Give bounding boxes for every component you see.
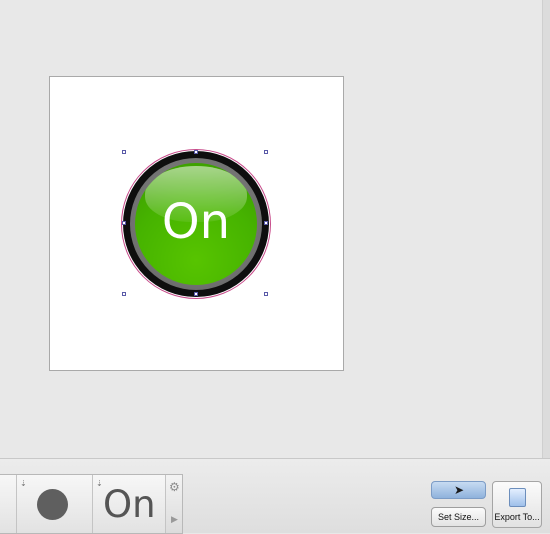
pin-icon: ⇣ <box>20 479 27 488</box>
circle-shape-icon <box>37 489 68 520</box>
handle-top-right[interactable] <box>264 150 268 154</box>
handle-bottom[interactable] <box>194 292 198 296</box>
scroll-right-icon[interactable]: ▶ <box>171 514 178 525</box>
handle-top[interactable] <box>194 150 198 154</box>
export-icon <box>509 488 526 507</box>
handle-bottom-right[interactable] <box>264 292 268 296</box>
element-palette: ⇣ ⇣ On <box>0 474 183 534</box>
handle-right[interactable] <box>264 221 268 225</box>
pointer-icon: ➤ <box>454 483 465 497</box>
palette-item-circle[interactable]: ⇣ <box>17 475 93 533</box>
palette-item-partial[interactable] <box>0 475 17 533</box>
set-size-button[interactable]: Set Size... <box>431 507 486 527</box>
handle-top-left[interactable] <box>122 150 126 154</box>
export-label: Export To... <box>494 512 540 522</box>
right-edge <box>542 0 550 458</box>
pointer-tool-button[interactable]: ➤ <box>431 481 486 499</box>
gear-icon[interactable]: ⚙ <box>169 480 180 494</box>
palette-item-text[interactable]: ⇣ On <box>93 475 166 533</box>
pin-icon: ⇣ <box>96 479 103 488</box>
export-button[interactable]: Export To... <box>492 481 542 528</box>
handle-left[interactable] <box>122 221 126 225</box>
handle-bottom-left[interactable] <box>122 292 126 296</box>
palette-text-label: On <box>103 483 156 526</box>
on-button-label: On <box>161 194 231 250</box>
